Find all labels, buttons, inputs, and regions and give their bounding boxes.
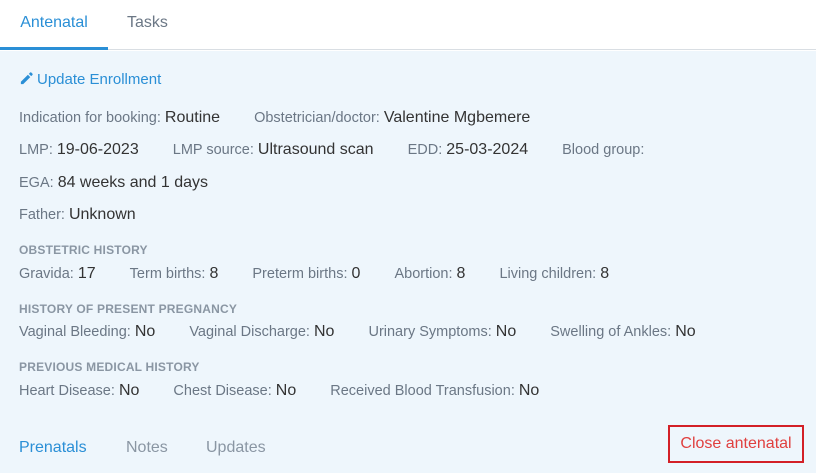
top-tab-bar: Antenatal Tasks <box>0 0 816 50</box>
term-births-field: Term births: 8 <box>130 265 219 283</box>
lmp-value: 19-06-2023 <box>56 141 139 158</box>
living-children-value: 8 <box>600 265 610 282</box>
gravida-value: 17 <box>77 265 96 282</box>
obstetric-history-row: Gravida: 17 Term births: 8 Preterm birth… <box>19 265 609 283</box>
blood-transfusion-label: Received Blood Transfusion: <box>330 383 515 399</box>
term-births-value: 8 <box>209 265 219 282</box>
lmp-row: LMP: 19-06-2023 LMP source: Ultrasound s… <box>19 141 644 159</box>
lmp-label: LMP: <box>19 142 53 158</box>
edd-field: EDD: 25-03-2024 <box>408 141 529 159</box>
present-pregnancy-title: HISTORY OF PRESENT PREGNANCY <box>19 302 238 316</box>
father-value: Unknown <box>68 206 136 223</box>
present-pregnancy-row: Vaginal Bleeding: No Vaginal Discharge: … <box>19 323 696 341</box>
lmp-source-value: Ultrasound scan <box>257 141 374 158</box>
update-enrollment-label: Update Enrollment <box>37 71 162 88</box>
living-children-label: Living children: <box>499 266 597 282</box>
update-enrollment-link[interactable]: Update Enrollment <box>19 71 161 88</box>
living-children-field: Living children: 8 <box>499 265 609 283</box>
blood-transfusion-value: No <box>518 382 540 399</box>
vaginal-bleeding-field: Vaginal Bleeding: No <box>19 323 155 341</box>
heart-disease-label: Heart Disease: <box>19 383 115 399</box>
father-row: Father: Unknown <box>19 206 136 224</box>
father-label: Father: <box>19 207 65 223</box>
heart-disease-field: Heart Disease: No <box>19 382 139 400</box>
edd-value: 25-03-2024 <box>446 141 529 158</box>
vaginal-bleeding-value: No <box>134 323 156 340</box>
lmp-source-field: LMP source: Ultrasound scan <box>173 141 374 159</box>
vaginal-discharge-label: Vaginal Discharge: <box>189 324 310 340</box>
tab-updates[interactable]: Updates <box>206 439 266 457</box>
indication-row: Indication for booking: Routine Obstetri… <box>19 109 530 127</box>
medical-history-row: Heart Disease: No Chest Disease: No Rece… <box>19 382 539 400</box>
preterm-births-label: Preterm births: <box>252 266 348 282</box>
urinary-symptoms-value: No <box>495 323 517 340</box>
close-antenatal-button[interactable]: Close antenatal <box>668 425 804 463</box>
swelling-ankles-field: Swelling of Ankles: No <box>550 323 695 341</box>
gravida-field: Gravida: 17 <box>19 265 96 283</box>
blood-group-field: Blood group: <box>562 141 644 159</box>
medical-history-title: PREVIOUS MEDICAL HISTORY <box>19 360 200 374</box>
swelling-ankles-value: No <box>675 323 696 340</box>
urinary-symptoms-label: Urinary Symptoms: <box>368 324 492 340</box>
tab-prenatals[interactable]: Prenatals <box>19 439 87 457</box>
indication-label: Indication for booking: <box>19 110 161 126</box>
obstetrician-value: Valentine Mgbemere <box>383 109 531 126</box>
bottom-tab-bar: Prenatals Notes Updates Close antenatal <box>0 425 816 473</box>
lmp-source-label: LMP source: <box>172 142 254 158</box>
pencil-icon <box>19 71 34 86</box>
tab-tasks[interactable]: Tasks <box>127 0 168 50</box>
chest-disease-field: Chest Disease: No <box>173 382 296 400</box>
tab-antenatal[interactable]: Antenatal <box>0 0 108 50</box>
indication-value: Routine <box>164 109 221 126</box>
chest-disease-label: Chest Disease: <box>173 383 272 399</box>
abortion-field: Abortion: 8 <box>394 265 465 283</box>
ega-value: 84 weeks and 1 days <box>57 174 209 191</box>
chest-disease-value: No <box>275 382 297 399</box>
gravida-label: Gravida: <box>19 266 74 282</box>
vaginal-bleeding-label: Vaginal Bleeding: <box>19 324 131 340</box>
preterm-births-field: Preterm births: 0 <box>252 265 360 283</box>
abortion-label: Abortion: <box>394 266 453 282</box>
preterm-births-value: 0 <box>351 265 361 282</box>
obstetric-history-title: OBSTETRIC HISTORY <box>19 243 148 257</box>
blood-group-label: Blood group: <box>562 142 645 158</box>
abortion-value: 8 <box>456 265 466 282</box>
indication-field: Indication for booking: Routine <box>19 109 220 127</box>
urinary-symptoms-field: Urinary Symptoms: No <box>368 323 516 341</box>
swelling-ankles-label: Swelling of Ankles: <box>550 324 672 340</box>
edd-label: EDD: <box>407 142 443 158</box>
heart-disease-value: No <box>118 382 140 399</box>
obstetrician-field: Obstetrician/doctor: Valentine Mgbemere <box>254 109 530 127</box>
vaginal-discharge-value: No <box>313 323 335 340</box>
antenatal-panel: Update Enrollment Indication for booking… <box>0 51 816 473</box>
ega-row: EGA: 84 weeks and 1 days <box>19 174 208 192</box>
lmp-field: LMP: 19-06-2023 <box>19 141 139 159</box>
ega-label: EGA: <box>19 175 54 191</box>
vaginal-discharge-field: Vaginal Discharge: No <box>189 323 334 341</box>
blood-transfusion-field: Received Blood Transfusion: No <box>330 382 539 400</box>
term-births-label: Term births: <box>129 266 206 282</box>
tab-notes[interactable]: Notes <box>126 439 168 457</box>
obstetrician-label: Obstetrician/doctor: <box>254 110 380 126</box>
